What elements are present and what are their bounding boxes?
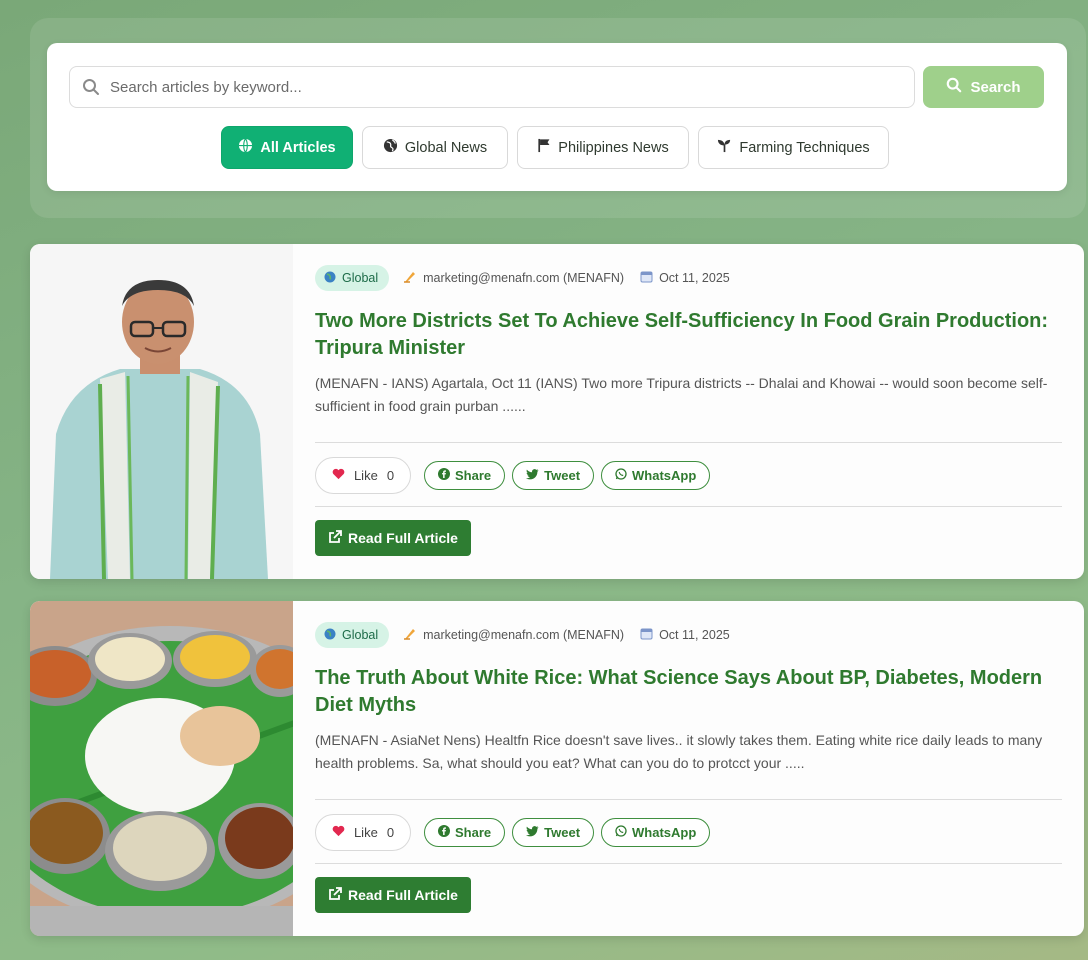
tweet-label: Tweet	[544, 825, 581, 840]
heart-icon	[332, 825, 345, 840]
writing-hand-icon	[403, 270, 417, 286]
writing-hand-icon	[403, 627, 417, 643]
author-text: marketing@menafn.com (MENAFN)	[423, 271, 625, 285]
badge-label: Global	[342, 271, 379, 285]
search-panel: Search All Articles Global News Philippi…	[47, 43, 1067, 191]
article-excerpt: (MENAFN - IANS) Agartala, Oct 11 (IANS) …	[315, 375, 1048, 414]
share-label: Share	[455, 468, 492, 483]
tweet-label: Tweet	[544, 468, 581, 483]
article-card: Global marketing@menafn.com (MENAFN) Oct…	[30, 601, 1084, 936]
article-title[interactable]: The Truth About White Rice: What Science…	[315, 665, 1062, 719]
facebook-icon	[438, 468, 450, 483]
date-text: Oct 11, 2025	[659, 271, 730, 285]
read-label: Read Full Article	[348, 530, 458, 546]
filter-label: Philippines News	[558, 139, 669, 156]
author-text: marketing@menafn.com (MENAFN)	[423, 628, 625, 642]
read-full-article-button[interactable]: Read Full Article	[315, 877, 471, 913]
calendar-icon	[640, 627, 653, 643]
article-date: Oct 11, 2025	[640, 627, 730, 643]
read-label: Read Full Article	[348, 887, 458, 903]
article-date: Oct 11, 2025	[640, 270, 730, 286]
twitter-icon	[526, 825, 539, 840]
filter-philippines-news[interactable]: Philippines News	[517, 126, 689, 169]
divider	[315, 442, 1062, 443]
share-label: Share	[455, 825, 492, 840]
read-full-article-button[interactable]: Read Full Article	[315, 520, 471, 556]
article-title[interactable]: Two More Districts Set To Achieve Self-S…	[315, 308, 1062, 362]
globe-icon	[324, 271, 336, 286]
whatsapp-label: WhatsApp	[632, 468, 697, 483]
globe-icon	[324, 628, 336, 643]
article-card: Global marketing@menafn.com (MENAFN) Oct…	[30, 244, 1084, 579]
tweet-button[interactable]: Tweet	[512, 818, 595, 847]
search-button[interactable]: Search	[923, 66, 1044, 108]
heart-icon	[332, 468, 345, 483]
calendar-icon	[640, 270, 653, 286]
like-button[interactable]: Like 0	[315, 814, 411, 851]
category-filters: All Articles Global News Philippines New…	[221, 126, 889, 169]
whatsapp-button[interactable]: WhatsApp	[601, 818, 711, 847]
article-excerpt: (MENAFN - AsiaNet Nens) Healtfn Rice doe…	[315, 732, 1043, 771]
facebook-icon	[438, 825, 450, 840]
article-author: marketing@menafn.com (MENAFN)	[403, 627, 624, 643]
external-link-icon	[328, 529, 342, 547]
like-label: Like	[353, 825, 378, 840]
like-count: 0	[386, 468, 395, 483]
seedling-icon	[717, 138, 732, 157]
date-text: Oct 11, 2025	[659, 628, 730, 642]
article-body: Global marketing@menafn.com (MENAFN) Oct…	[315, 244, 1062, 579]
like-count: 0	[386, 825, 395, 840]
globe-icon	[238, 138, 253, 157]
article-image[interactable]	[30, 601, 370, 936]
filter-global-news[interactable]: Global News	[362, 126, 508, 169]
article-actions: Like 0 Share Tweet WhatsApp	[315, 814, 711, 851]
filter-all-articles[interactable]: All Articles	[221, 126, 353, 169]
search-field[interactable]	[69, 66, 915, 108]
whatsapp-label: WhatsApp	[632, 825, 697, 840]
whatsapp-icon	[615, 468, 627, 483]
search-input[interactable]	[110, 78, 914, 96]
category-badge[interactable]: Global	[315, 265, 390, 291]
divider	[315, 863, 1062, 864]
search-icon	[82, 78, 100, 100]
twitter-icon	[526, 468, 539, 483]
flag-icon	[537, 138, 551, 157]
globe-icon	[383, 138, 398, 157]
tweet-button[interactable]: Tweet	[512, 461, 595, 490]
whatsapp-icon	[615, 825, 627, 840]
filter-label: Farming Techniques	[739, 139, 870, 156]
filter-label: Global News	[404, 139, 488, 156]
article-body: Global marketing@menafn.com (MENAFN) Oct…	[315, 601, 1062, 936]
like-button[interactable]: Like 0	[315, 457, 411, 494]
divider	[315, 506, 1062, 507]
like-label: Like	[353, 468, 378, 483]
article-actions: Like 0 Share Tweet WhatsApp	[315, 457, 711, 494]
badge-label: Global	[342, 628, 379, 642]
article-image[interactable]	[30, 244, 293, 579]
filter-farming-techniques[interactable]: Farming Techniques	[698, 126, 889, 169]
share-button[interactable]: Share	[424, 461, 506, 490]
divider	[315, 799, 1062, 800]
whatsapp-button[interactable]: WhatsApp	[601, 461, 711, 490]
article-meta: Global marketing@menafn.com (MENAFN) Oct…	[315, 265, 730, 291]
search-icon	[946, 77, 962, 97]
filter-label: All Articles	[260, 139, 336, 156]
share-button[interactable]: Share	[424, 818, 506, 847]
article-meta: Global marketing@menafn.com (MENAFN) Oct…	[315, 622, 730, 648]
external-link-icon	[328, 886, 342, 904]
category-badge[interactable]: Global	[315, 622, 390, 648]
search-button-label: Search	[970, 78, 1021, 96]
article-author: marketing@menafn.com (MENAFN)	[403, 270, 624, 286]
